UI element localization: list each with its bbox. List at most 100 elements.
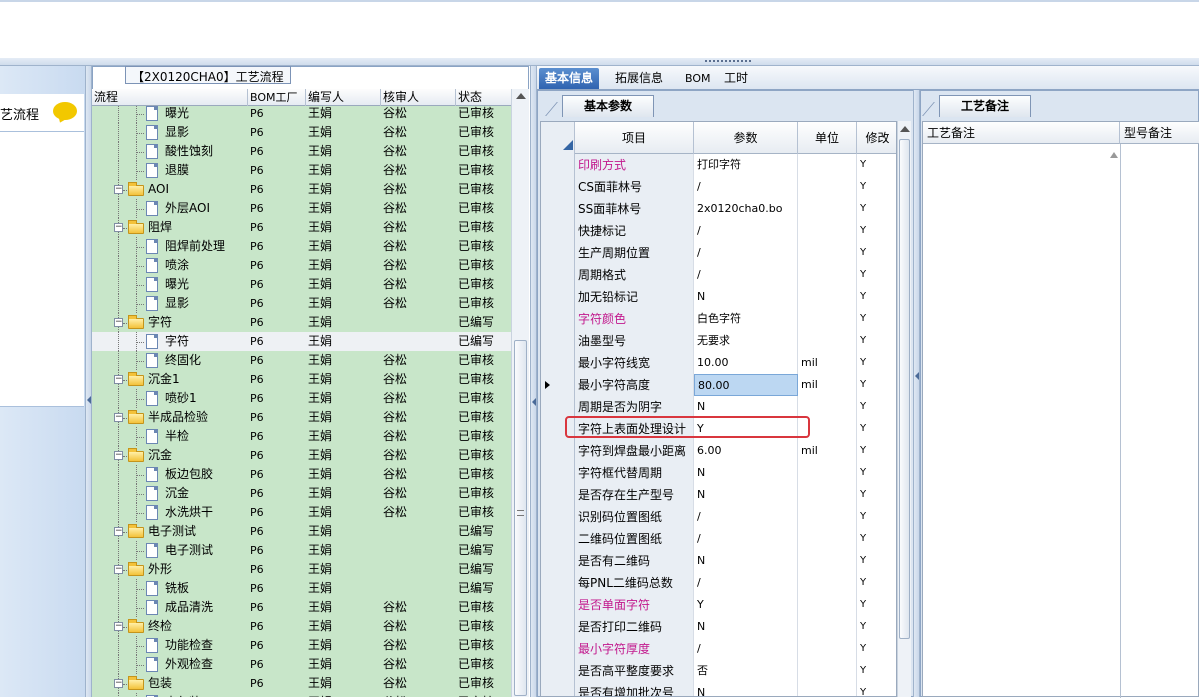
param-unit-cell[interactable] <box>798 638 857 660</box>
row-indicator[interactable] <box>541 550 575 572</box>
row-indicator[interactable] <box>541 484 575 506</box>
tree-folder-row[interactable]: − 包装 P6 王娟 谷松 已审核 <box>92 674 511 693</box>
tree-folder-row[interactable]: − 阻焊 P6 王娟 谷松 已审核 <box>92 218 511 237</box>
tree-row[interactable]: 功能检查 P6 王娟 谷松 已审核 <box>92 636 511 655</box>
row-indicator[interactable] <box>541 440 575 462</box>
collapse-toggle-icon[interactable]: − <box>114 375 123 384</box>
param-value-cell[interactable]: 80.00 <box>694 374 798 396</box>
scroll-up-icon[interactable] <box>1110 152 1118 158</box>
param-unit-cell[interactable] <box>798 484 857 506</box>
param-row[interactable]: 是否有增加批次号 N Y <box>541 682 896 696</box>
param-value-cell[interactable]: 2x0120cha0.bo <box>694 198 798 220</box>
tree-row[interactable]: 半检 P6 王娟 谷松 已审核 <box>92 427 511 446</box>
param-unit-cell[interactable] <box>798 242 857 264</box>
param-unit-cell[interactable] <box>798 220 857 242</box>
param-row[interactable]: 最小字符厚度 / Y <box>541 638 896 660</box>
param-modify-cell[interactable]: Y <box>857 198 896 220</box>
tree-row[interactable]: 喷砂1 P6 王娟 谷松 已审核 <box>92 389 511 408</box>
param-unit-cell[interactable] <box>798 506 857 528</box>
tree-folder-row[interactable]: − 字符 P6 王娟 已编写 <box>92 313 511 332</box>
tree-folder-row[interactable]: − 外形 P6 王娟 已编写 <box>92 560 511 579</box>
row-indicator[interactable] <box>541 462 575 484</box>
param-modify-cell[interactable]: Y <box>857 176 896 198</box>
splitter-grip[interactable] <box>705 60 751 63</box>
tree-row[interactable]: 阻焊前处理 P6 王娟 谷松 已审核 <box>92 237 511 256</box>
grid-col-header[interactable]: 修改 <box>857 122 896 154</box>
param-modify-cell[interactable]: Y <box>857 418 896 440</box>
row-indicator[interactable] <box>541 242 575 264</box>
row-indicator[interactable] <box>541 220 575 242</box>
middle-vertical-splitter[interactable] <box>530 66 537 697</box>
tree-row[interactable]: 成品清洗 P6 王娟 谷松 已审核 <box>92 598 511 617</box>
param-row[interactable]: 字符颜色 白色字符 Y <box>541 308 896 330</box>
tab-bom[interactable]: BOM <box>679 68 717 89</box>
param-modify-cell[interactable]: Y <box>857 352 896 374</box>
param-value-cell[interactable]: 否 <box>694 660 798 682</box>
param-row[interactable]: 生产周期位置 / Y <box>541 242 896 264</box>
row-indicator[interactable] <box>541 352 575 374</box>
param-value-cell[interactable]: N <box>694 286 798 308</box>
param-value-cell[interactable]: / <box>694 506 798 528</box>
param-row[interactable]: CS面菲林号 / Y <box>541 176 896 198</box>
param-unit-cell[interactable] <box>798 154 857 176</box>
tree-row[interactable]: 铣板 P6 王娟 已编写 <box>92 579 511 598</box>
param-modify-cell[interactable]: Y <box>857 638 896 660</box>
param-modify-cell[interactable]: Y <box>857 616 896 638</box>
param-row[interactable]: 字符到焊盘最小距离 6.00 mil Y <box>541 440 896 462</box>
param-unit-cell[interactable] <box>798 198 857 220</box>
row-indicator[interactable] <box>541 506 575 528</box>
left-vertical-splitter[interactable] <box>85 66 92 697</box>
row-indicator[interactable] <box>541 660 575 682</box>
nav-item-process[interactable]: 艺流程 <box>0 94 84 132</box>
tree-row[interactable]: 曝光 P6 王娟 谷松 已审核 <box>92 106 511 123</box>
notes-col-header[interactable]: 型号备注 <box>1120 122 1199 144</box>
tree-row[interactable]: 退膜 P6 王娟 谷松 已审核 <box>92 161 511 180</box>
param-modify-cell[interactable]: Y <box>857 374 896 396</box>
row-indicator[interactable] <box>541 286 575 308</box>
row-indicator[interactable] <box>541 264 575 286</box>
param-modify-cell[interactable]: Y <box>857 440 896 462</box>
row-indicator[interactable] <box>541 616 575 638</box>
param-unit-cell[interactable]: mil <box>798 374 857 396</box>
tree-row[interactable]: 显影 P6 王娟 谷松 已审核 <box>92 123 511 142</box>
tree-col-header[interactable]: 流程 <box>92 89 248 106</box>
param-value-cell[interactable]: N <box>694 462 798 484</box>
tree-row[interactable]: 板边包胶 P6 王娟 谷松 已审核 <box>92 465 511 484</box>
param-modify-cell[interactable]: Y <box>857 484 896 506</box>
collapse-toggle-icon[interactable]: − <box>114 622 123 631</box>
param-value-cell[interactable]: / <box>694 264 798 286</box>
param-modify-cell[interactable]: Y <box>857 286 896 308</box>
param-row[interactable]: 快捷标记 / Y <box>541 220 896 242</box>
row-indicator[interactable] <box>541 198 575 220</box>
row-indicator[interactable] <box>541 308 575 330</box>
top-splitter[interactable] <box>0 58 1199 66</box>
param-modify-cell[interactable]: Y <box>857 220 896 242</box>
param-value-cell[interactable]: / <box>694 176 798 198</box>
param-value-cell[interactable]: 打印字符 <box>694 154 798 176</box>
tree-col-header[interactable]: 编写人 <box>306 89 381 106</box>
row-indicator[interactable] <box>541 638 575 660</box>
collapse-toggle-icon[interactable]: − <box>114 679 123 688</box>
param-modify-cell[interactable]: Y <box>857 660 896 682</box>
row-indicator[interactable] <box>541 594 575 616</box>
param-unit-cell[interactable] <box>798 396 857 418</box>
param-row[interactable]: 是否单面字符 Y Y <box>541 594 896 616</box>
param-row[interactable]: 最小字符高度 80.00 mil Y <box>541 374 896 396</box>
row-indicator[interactable] <box>541 374 575 396</box>
collapse-toggle-icon[interactable]: − <box>114 185 123 194</box>
collapse-toggle-icon[interactable]: − <box>114 223 123 232</box>
param-modify-cell[interactable]: Y <box>857 550 896 572</box>
param-unit-cell[interactable] <box>798 572 857 594</box>
tree-row[interactable]: 外层AOI P6 王娟 谷松 已审核 <box>92 199 511 218</box>
scroll-thumb[interactable] <box>514 340 527 696</box>
collapse-toggle-icon[interactable]: − <box>114 318 123 327</box>
param-value-cell[interactable]: 6.00 <box>694 440 798 462</box>
param-unit-cell[interactable] <box>798 660 857 682</box>
param-modify-cell[interactable]: Y <box>857 682 896 696</box>
param-value-cell[interactable]: 10.00 <box>694 352 798 374</box>
subtab-process-notes[interactable]: 工艺备注 <box>939 95 1031 117</box>
tree-row[interactable]: 曝光 P6 王娟 谷松 已审核 <box>92 275 511 294</box>
param-row[interactable]: 周期格式 / Y <box>541 264 896 286</box>
tree-row[interactable]: 水洗烘干 P6 王娟 谷松 已审核 <box>92 503 511 522</box>
tree-folder-row[interactable]: − AOI P6 王娟 谷松 已审核 <box>92 180 511 199</box>
